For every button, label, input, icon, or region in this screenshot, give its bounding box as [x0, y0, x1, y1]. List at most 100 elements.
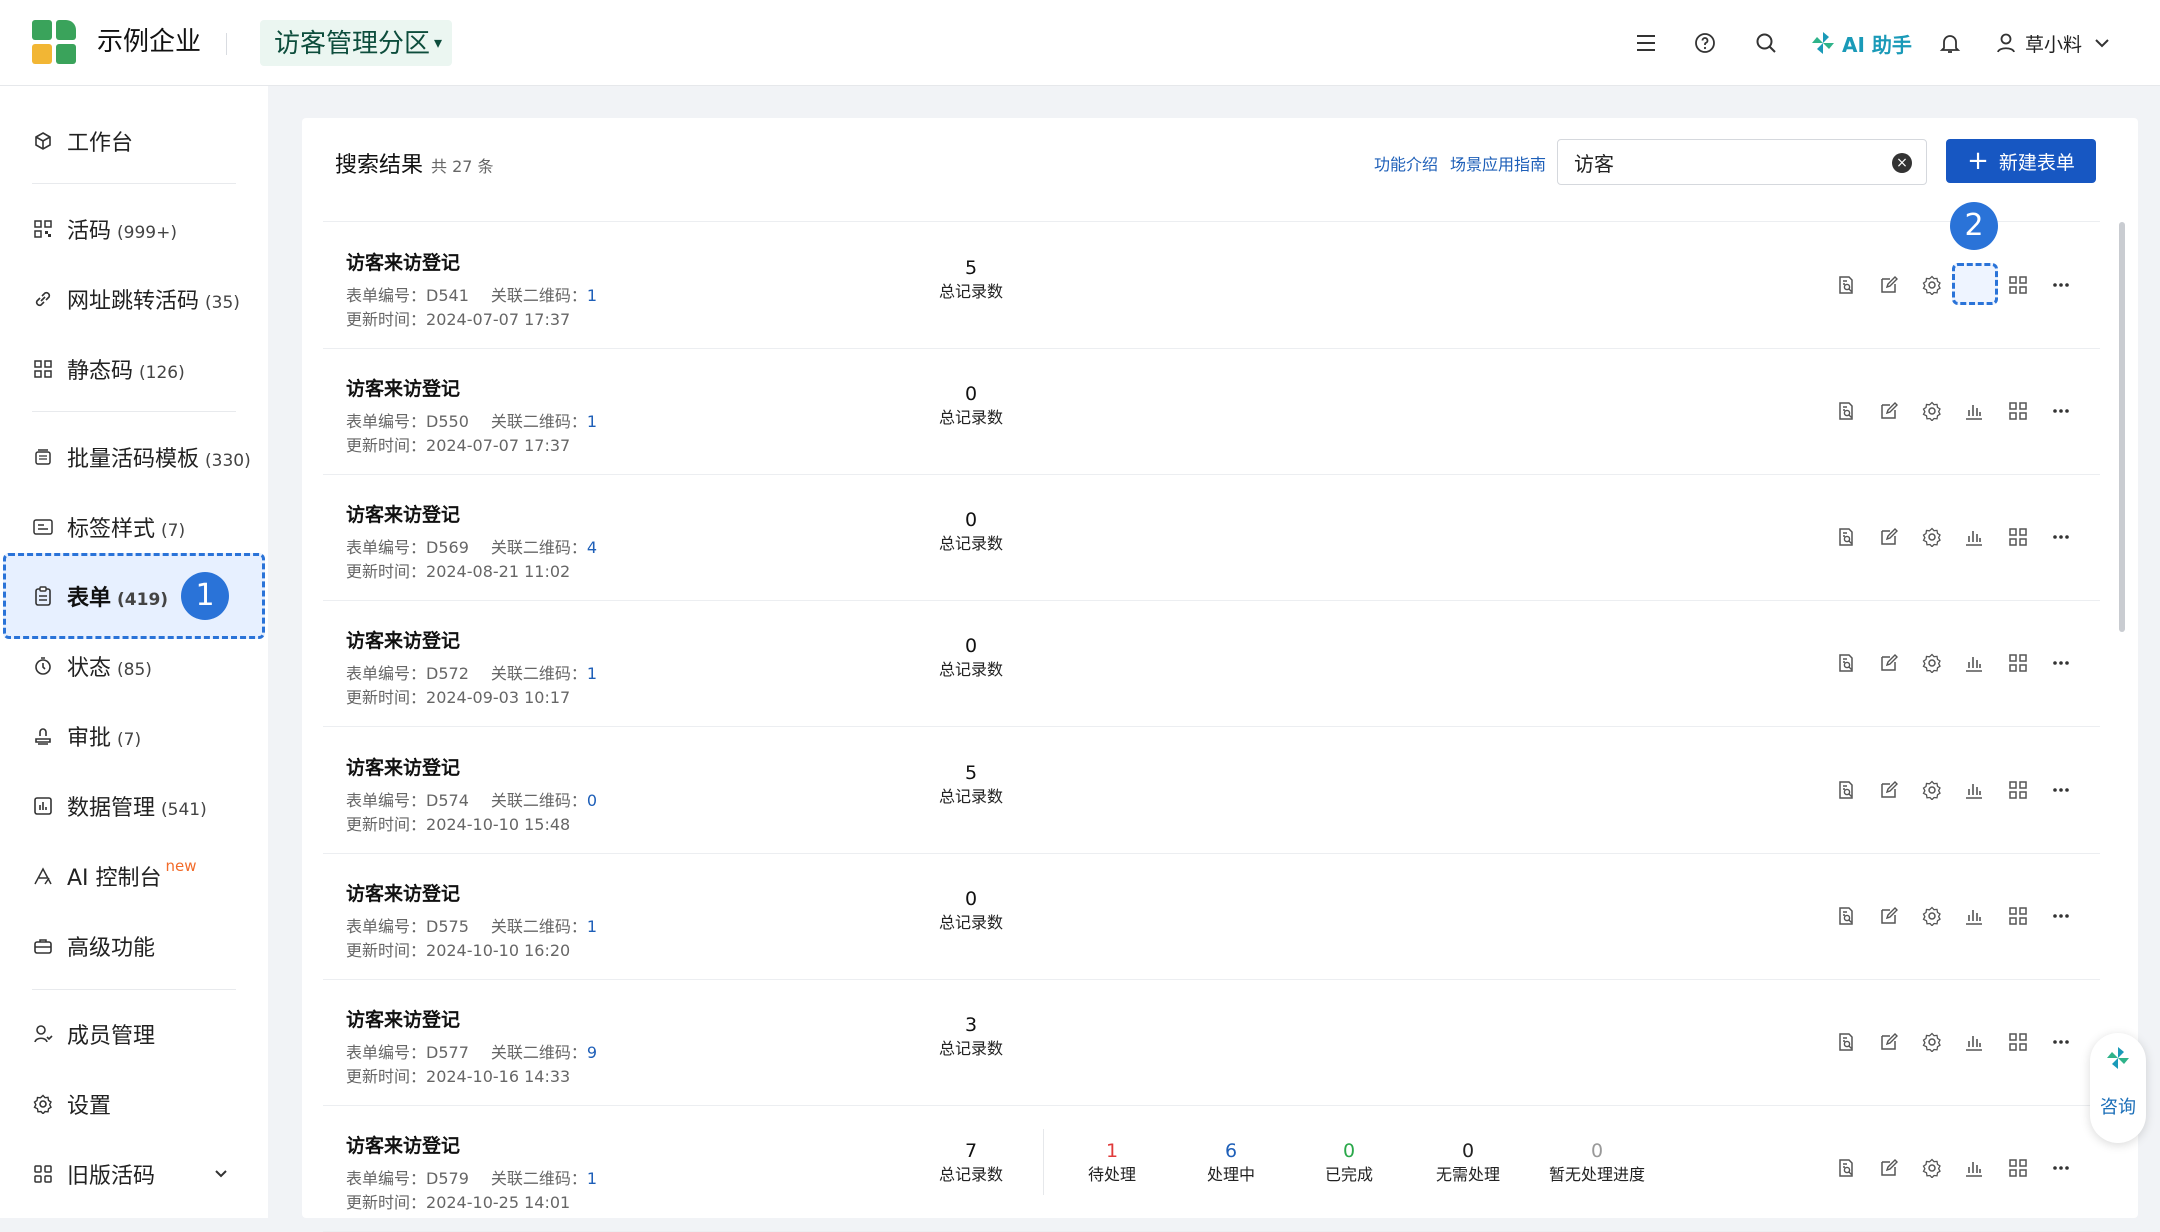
qr-count[interactable]: 1	[587, 286, 597, 305]
gear-icon[interactable]	[1917, 1027, 1947, 1057]
table-row[interactable]: 访客来访登记 表单编号：D541 关联二维码：1 更新时间：2024-07-07 17…	[323, 222, 2100, 349]
form-title[interactable]: 访客来访登记	[346, 248, 460, 275]
new-form-button[interactable]: + 新建表单	[1946, 139, 2096, 183]
bell-icon[interactable]	[1935, 28, 1965, 58]
more-icon[interactable]	[2046, 522, 2076, 552]
qr-count[interactable]: 1	[587, 412, 597, 431]
gear-icon[interactable]	[1917, 396, 1947, 426]
form-title[interactable]: 访客来访登记	[346, 500, 460, 527]
form-title[interactable]: 访客来访登记	[346, 374, 460, 401]
view-records-icon[interactable]	[1831, 648, 1861, 678]
gear-icon[interactable]	[1917, 648, 1947, 678]
more-icon[interactable]	[2046, 775, 2076, 805]
more-icon[interactable]	[2046, 396, 2076, 426]
qr-icon[interactable]	[2003, 1027, 2033, 1057]
qr-icon[interactable]	[2003, 270, 2033, 300]
statistics-icon[interactable]	[1959, 1153, 1989, 1183]
view-records-icon[interactable]	[1831, 1153, 1861, 1183]
ai-assistant-button[interactable]: AI 助手	[1810, 26, 1912, 60]
sidebar-item-workbench[interactable]: 工作台	[0, 116, 268, 166]
search-field[interactable]: ×	[1557, 139, 1927, 185]
sidebar-item-batch-template[interactable]: 批量活码模板 (330)	[0, 432, 268, 482]
sidebar-item-advanced[interactable]: 高级功能	[0, 921, 268, 971]
qr-icon[interactable]	[2003, 648, 2033, 678]
qr-count[interactable]: 9	[587, 1043, 597, 1062]
edit-icon[interactable]	[1874, 270, 1904, 300]
clear-icon[interactable]: ×	[1892, 153, 1912, 173]
sidebar-item-approval[interactable]: 审批 (7)	[0, 711, 268, 761]
sidebar-item-label-style[interactable]: 标签样式 (7)	[0, 502, 268, 552]
sidebar-item-members[interactable]: 成员管理	[0, 1009, 268, 1059]
view-records-icon[interactable]	[1831, 522, 1861, 552]
form-title[interactable]: 访客来访登记	[346, 753, 460, 780]
statistics-icon[interactable]	[1959, 396, 1989, 426]
statistics-icon[interactable]	[1959, 1027, 1989, 1057]
table-row[interactable]: 访客来访登记 表单编号：D577 关联二维码：9 更新时间：2024-10-16 14…	[323, 979, 2100, 1106]
sidebar-item-static-code[interactable]: 静态码 (126)	[0, 344, 268, 394]
table-row[interactable]: 访客来访登记 表单编号：D572 关联二维码：1 更新时间：2024-09-03 10…	[323, 600, 2100, 727]
gear-icon[interactable]	[1917, 270, 1947, 300]
edit-icon[interactable]	[1874, 522, 1904, 552]
view-records-icon[interactable]	[1831, 775, 1861, 805]
edit-icon[interactable]	[1874, 396, 1904, 426]
gear-icon[interactable]	[1917, 522, 1947, 552]
qr-count[interactable]: 0	[587, 791, 597, 810]
more-icon[interactable]	[2046, 270, 2076, 300]
search-icon[interactable]	[1751, 28, 1781, 58]
table-row[interactable]: 访客来访登记 表单编号：D575 关联二维码：1 更新时间：2024-10-10 16…	[323, 853, 2100, 980]
scrollbar[interactable]	[2119, 222, 2125, 632]
sidebar-item-data-management[interactable]: 数据管理 (541)	[0, 781, 268, 831]
more-icon[interactable]	[2046, 1153, 2076, 1183]
form-title[interactable]: 访客来访登记	[346, 626, 460, 653]
more-icon[interactable]	[2046, 901, 2076, 931]
zone-selector[interactable]: 访客管理分区 ▾	[260, 20, 452, 66]
statistics-icon[interactable]	[1959, 648, 1989, 678]
view-records-icon[interactable]	[1831, 396, 1861, 426]
table-row[interactable]: 访客来访登记 表单编号：D569 关联二维码：4 更新时间：2024-08-21 11…	[323, 474, 2100, 601]
gear-icon[interactable]	[1917, 1153, 1947, 1183]
edit-icon[interactable]	[1874, 648, 1904, 678]
qr-count[interactable]: 1	[587, 664, 597, 683]
qr-count[interactable]: 1	[587, 917, 597, 936]
view-records-icon[interactable]	[1831, 901, 1861, 931]
feature-intro-link[interactable]: 功能介绍	[1374, 151, 1438, 175]
qr-icon[interactable]	[2003, 522, 2033, 552]
table-row[interactable]: 访客来访登记 表单编号：D550 关联二维码：1 更新时间：2024-07-07 17…	[323, 348, 2100, 475]
table-row[interactable]: 访客来访登记 表单编号：D579 关联二维码：1 更新时间：2024-10-25 14…	[323, 1105, 2100, 1232]
sidebar-item-legacy-code[interactable]: 旧版活码	[0, 1149, 268, 1199]
qr-icon[interactable]	[2003, 901, 2033, 931]
qr-icon[interactable]	[2003, 396, 2033, 426]
statistics-icon[interactable]	[1959, 775, 1989, 805]
sidebar-item-status[interactable]: 状态 (85)	[0, 641, 268, 691]
help-icon[interactable]	[1690, 28, 1720, 58]
form-title[interactable]: 访客来访登记	[346, 1005, 460, 1032]
statistics-icon[interactable]	[1959, 522, 1989, 552]
form-title[interactable]: 访客来访登记	[346, 1131, 460, 1158]
qr-count[interactable]: 4	[587, 538, 597, 557]
qr-icon[interactable]	[2003, 775, 2033, 805]
view-records-icon[interactable]	[1831, 270, 1861, 300]
company-logo[interactable]	[32, 20, 76, 64]
sidebar-item-ai-console[interactable]: AI 控制台 new	[0, 851, 268, 901]
form-title[interactable]: 访客来访登记	[346, 879, 460, 906]
user-menu[interactable]: 草小料	[1995, 26, 2110, 60]
view-records-icon[interactable]	[1831, 1027, 1861, 1057]
edit-icon[interactable]	[1874, 1027, 1904, 1057]
more-icon[interactable]	[2046, 1027, 2076, 1057]
sidebar-item-url-redirect[interactable]: 网址跳转活码 (35)	[0, 274, 268, 324]
scenario-guide-link[interactable]: 场景应用指南	[1450, 151, 1546, 175]
search-input[interactable]	[1574, 148, 1874, 176]
consult-button[interactable]: 咨询	[2090, 1033, 2146, 1143]
table-row[interactable]: 访客来访登记 表单编号：D574 关联二维码：0 更新时间：2024-10-10 15…	[323, 727, 2100, 854]
edit-icon[interactable]	[1874, 1153, 1904, 1183]
sidebar-item-live-code[interactable]: 活码 (999+)	[0, 204, 268, 254]
gear-icon[interactable]	[1917, 901, 1947, 931]
statistics-icon[interactable]	[1959, 901, 1989, 931]
sidebar-item-settings[interactable]: 设置	[0, 1079, 268, 1129]
menu-icon[interactable]	[1631, 28, 1661, 58]
more-icon[interactable]	[2046, 648, 2076, 678]
edit-icon[interactable]	[1874, 775, 1904, 805]
qr-icon[interactable]	[2003, 1153, 2033, 1183]
edit-icon[interactable]	[1874, 901, 1904, 931]
qr-count[interactable]: 1	[587, 1169, 597, 1188]
